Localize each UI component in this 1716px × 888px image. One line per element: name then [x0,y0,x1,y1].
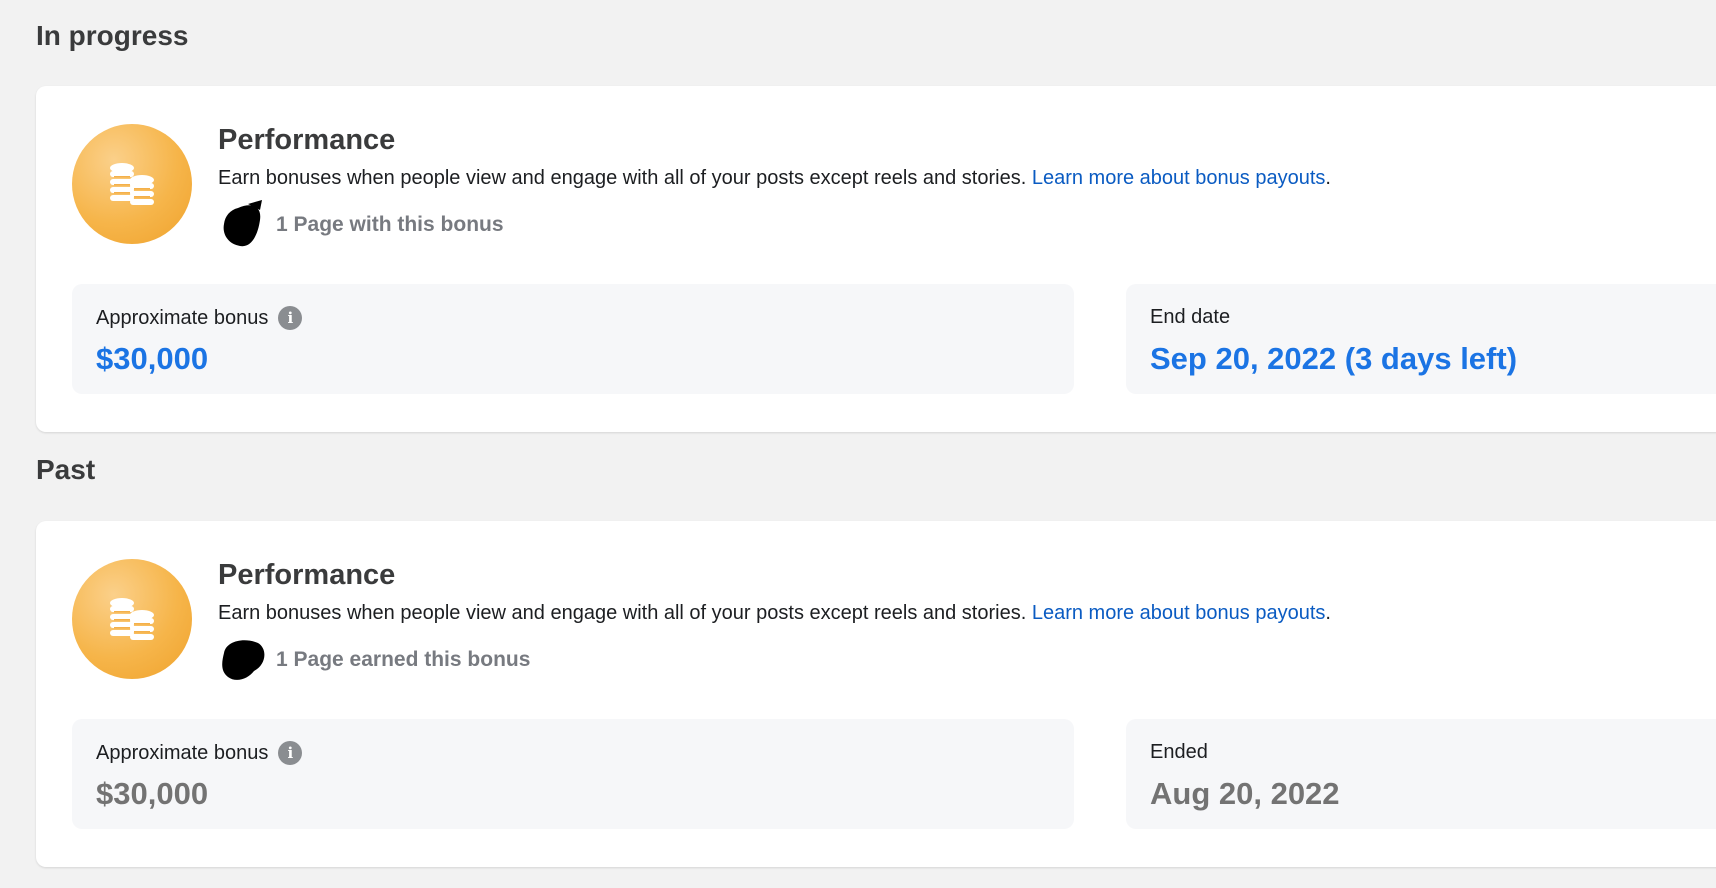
approximate-bonus-box: Approximate bonus i $30,000 [72,719,1074,829]
date-label: End date [1150,306,1231,328]
date-value: Aug 20, 2022 [1150,776,1340,811]
ended-date-box: Ended Aug 20, 2022 [1126,719,1716,829]
section-heading-in-progress: In progress [36,20,189,51]
page-status-row[interactable]: 1 Page with this bonus [218,200,504,250]
card-title: Performance [218,559,396,591]
page-avatar [218,200,266,250]
card-title: Performance [218,124,396,156]
card-description: Earn bonuses when people view and engage… [218,602,1331,625]
coins-icon [72,559,192,679]
bonus-label: Approximate bonus i [96,741,303,765]
bonus-card-in-progress: Performance Earn bonuses when people vie… [36,86,1716,432]
bonus-label: Approximate bonus i [96,306,303,330]
learn-more-link[interactable]: Learn more about bonus payouts [1032,602,1326,624]
coins-icon [72,124,192,244]
bonus-label-text: Approximate bonus [96,306,269,329]
page-status-text: 1 Page with this bonus [276,213,504,236]
page-status-text: 1 Page earned this bonus [276,648,531,671]
section-heading-past: Past [36,454,96,485]
description-text: Earn bonuses when people view and engage… [218,167,1027,189]
bonus-value: $30,000 [96,341,209,376]
page-status-row[interactable]: 1 Page earned this bonus [218,635,530,685]
info-icon[interactable]: i [278,306,303,330]
page-avatar [218,635,266,685]
date-value: Sep 20, 2022 (3 days left) [1150,341,1518,376]
bonus-label-text: Approximate bonus [96,741,269,764]
date-label: Ended [1150,741,1208,763]
approximate-bonus-box: Approximate bonus i $30,000 [72,284,1074,394]
bonus-value: $30,000 [96,776,209,811]
learn-more-link[interactable]: Learn more about bonus payouts [1032,167,1326,189]
link-suffix: . [1325,167,1331,189]
description-text: Earn bonuses when people view and engage… [218,602,1027,624]
link-suffix: . [1325,602,1331,624]
card-description: Earn bonuses when people view and engage… [218,167,1331,190]
bonus-card-past: Performance Earn bonuses when people vie… [36,521,1716,867]
end-date-box: End date Sep 20, 2022 (3 days left) [1126,284,1716,394]
info-icon[interactable]: i [278,741,303,765]
